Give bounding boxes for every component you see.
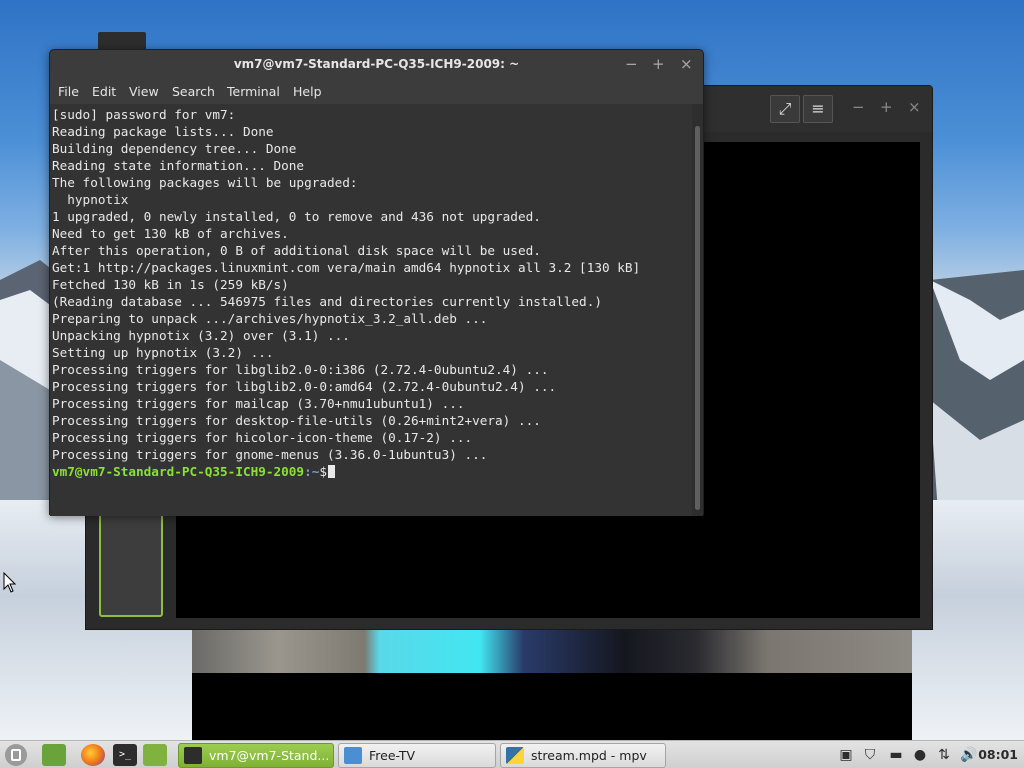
terminal-line: hypnotix xyxy=(52,192,129,207)
fullscreen-icon[interactable]: ⤢ xyxy=(770,95,800,123)
terminal-line: After this operation, 0 B of additional … xyxy=(52,243,541,258)
terminal-line: Need to get 130 kB of archives. xyxy=(52,226,289,241)
menu-search[interactable]: Search xyxy=(172,84,215,99)
terminal-line: (Reading database ... 546975 files and d… xyxy=(52,294,602,309)
files-icon[interactable] xyxy=(143,744,167,766)
terminal-titlebar[interactable]: vm7@vm7-Standard-PC-Q35-ICH9-2009: ~ − +… xyxy=(50,50,703,80)
taskbar: >_ vm7@vm7-Stand... Free-TV stream.mpd -… xyxy=(0,740,1024,768)
terminal-line: Processing triggers for libglib2.0-0:i38… xyxy=(52,362,549,377)
minimize-icon[interactable]: − xyxy=(625,55,638,73)
task-free-tv-label: Free-TV xyxy=(369,748,416,763)
terminal-line: Processing triggers for mailcap (3.70+nm… xyxy=(52,396,465,411)
firefox-icon[interactable] xyxy=(81,744,105,766)
terminal-output[interactable]: [sudo] password for vm7: Reading package… xyxy=(50,104,694,516)
update-manager-icon[interactable]: ▣ xyxy=(838,747,854,763)
terminal-line: Unpacking hypnotix (3.2) over (3.1) ... xyxy=(52,328,350,343)
text-cursor xyxy=(328,465,335,478)
terminal-line: Processing triggers for hicolor-icon-the… xyxy=(52,430,473,445)
terminal-window[interactable]: vm7@vm7-Standard-PC-Q35-ICH9-2009: ~ − +… xyxy=(49,49,704,516)
python-icon xyxy=(506,747,524,764)
mint-menu-icon[interactable] xyxy=(5,744,27,766)
terminal-launcher-icon[interactable]: >_ xyxy=(113,744,137,766)
maximize-icon[interactable]: + xyxy=(652,55,665,73)
terminal-line: Preparing to unpack .../archives/hypnoti… xyxy=(52,311,488,326)
menu-view[interactable]: View xyxy=(129,84,159,99)
task-mpv[interactable]: stream.mpd - mpv xyxy=(500,743,666,768)
keyboard-icon[interactable]: ▬ xyxy=(888,747,904,763)
hypnotix-icon xyxy=(344,747,362,764)
task-mpv-label: stream.mpd - mpv xyxy=(531,748,647,763)
mpv-video-window[interactable] xyxy=(192,630,912,740)
shield-icon[interactable]: ⛉ xyxy=(862,747,878,763)
terminal-line: [sudo] password for vm7: xyxy=(52,107,236,122)
user-icon[interactable]: ● xyxy=(912,747,928,763)
terminal-prompt[interactable]: vm7@vm7-Standard-PC-Q35-ICH9-2009:~$ xyxy=(52,463,692,480)
terminal-icon xyxy=(184,747,202,764)
minimize-icon[interactable]: − xyxy=(852,98,865,116)
terminal-line: 1 upgraded, 0 newly installed, 0 to remo… xyxy=(52,209,541,224)
menu-help[interactable]: Help xyxy=(293,84,322,99)
prompt-symbol: $ xyxy=(319,464,327,479)
menu-edit[interactable]: Edit xyxy=(92,84,116,99)
mpv-video-frame xyxy=(192,630,912,673)
terminal-line: Get:1 http://packages.linuxmint.com vera… xyxy=(52,260,641,275)
terminal-menubar: File Edit View Search Terminal Help xyxy=(50,80,703,104)
close-icon[interactable]: × xyxy=(908,98,921,116)
task-terminal-label: vm7@vm7-Stand... xyxy=(209,748,330,763)
terminal-line: Reading state information... Done xyxy=(52,158,305,173)
volume-icon[interactable]: 🔊 xyxy=(960,747,977,763)
scrollbar-thumb[interactable] xyxy=(695,126,700,510)
prompt-user-host: vm7@vm7-Standard-PC-Q35-ICH9-2009 xyxy=(52,464,305,479)
clock[interactable]: 08:01 xyxy=(978,747,1018,762)
menu-terminal[interactable]: Terminal xyxy=(227,84,280,99)
terminal-line: The following packages will be upgraded: xyxy=(52,175,358,190)
terminal-title: vm7@vm7-Standard-PC-Q35-ICH9-2009: ~ xyxy=(233,57,520,71)
show-desktop-icon[interactable] xyxy=(42,744,66,766)
terminal-line: Fetched 130 kB in 1s (259 kB/s) xyxy=(52,277,289,292)
channel-tile[interactable] xyxy=(99,513,163,617)
task-free-tv[interactable]: Free-TV xyxy=(338,743,496,768)
terminal-scrollbar[interactable] xyxy=(692,104,703,516)
task-terminal[interactable]: vm7@vm7-Stand... xyxy=(178,743,334,768)
terminal-line: Reading package lists... Done xyxy=(52,124,274,139)
terminal-line: Setting up hypnotix (3.2) ... xyxy=(52,345,274,360)
menu-file[interactable]: File xyxy=(58,84,79,99)
network-icon[interactable]: ⇅ xyxy=(936,747,952,763)
terminal-line: Processing triggers for desktop-file-uti… xyxy=(52,413,541,428)
prompt-path: :~ xyxy=(304,464,320,479)
terminal-line: Building dependency tree... Done xyxy=(52,141,297,156)
terminal-line: Processing triggers for libglib2.0-0:amd… xyxy=(52,379,557,394)
mouse-pointer-icon xyxy=(3,572,17,593)
terminal-line: Processing triggers for gnome-menus (3.3… xyxy=(52,447,488,462)
close-icon[interactable]: × xyxy=(680,55,693,73)
maximize-icon[interactable]: + xyxy=(880,98,893,116)
hamburger-menu-icon[interactable]: ≡ xyxy=(803,95,833,123)
